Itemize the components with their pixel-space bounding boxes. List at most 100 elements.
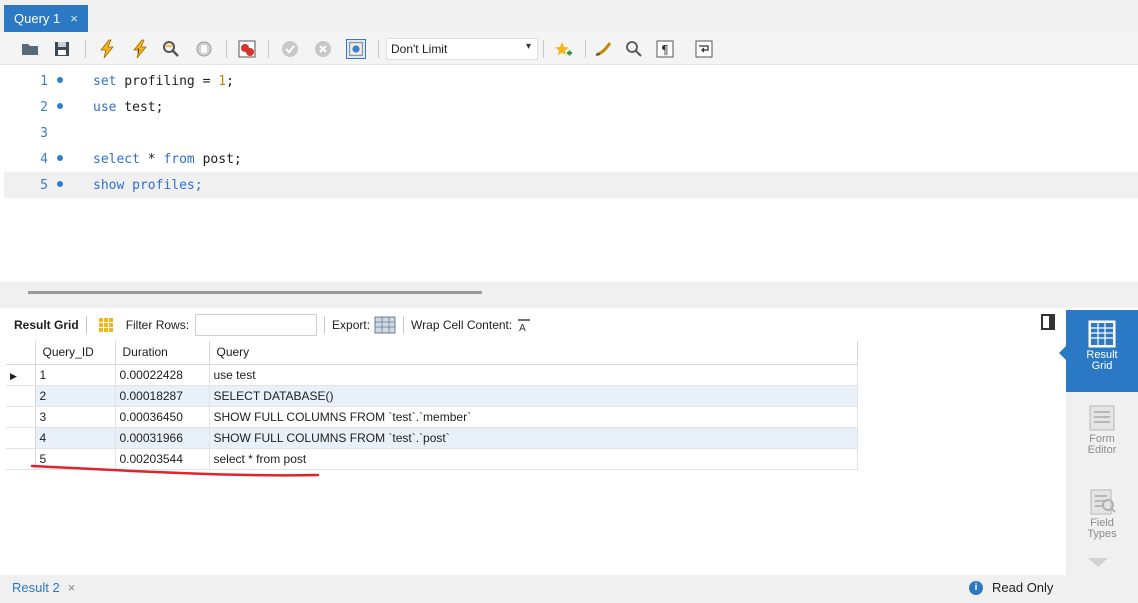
cell-query[interactable]: use test <box>209 364 858 386</box>
side-scroll-down-icon[interactable] <box>1088 558 1108 567</box>
editor-tab-strip: Query 1 × <box>0 0 1138 32</box>
result-grid-side-button[interactable]: Result Grid <box>1059 310 1138 392</box>
code-token: from <box>163 151 195 167</box>
statement-marker-icon <box>57 181 63 187</box>
field-types-side-label-2: Types <box>1087 528 1117 540</box>
chevron-down-icon: ▾ <box>525 41 531 52</box>
code-text: show profiles; <box>93 178 203 193</box>
column-header-query-id[interactable]: Query_ID <box>35 341 116 365</box>
execute-icon[interactable] <box>97 39 117 59</box>
result-grid: Query_ID Duration Query ▶ 1 0.00022428 u… <box>6 341 858 470</box>
field-types-side-button[interactable]: Field Types <box>1066 478 1138 560</box>
export-label: Export: <box>332 318 371 332</box>
table-row[interactable]: 4 0.00031966 SHOW FULL COLUMNS FROM `tes… <box>6 427 858 449</box>
code-token: use <box>93 99 117 115</box>
cell-duration[interactable]: 0.00031966 <box>115 427 210 449</box>
result-grid-icon <box>1088 320 1116 348</box>
row-marker <box>6 385 36 407</box>
info-icon: i <box>969 580 983 595</box>
code-token: show profiles; <box>93 177 203 193</box>
cell-query-id[interactable]: 3 <box>35 406 116 428</box>
statement-marker-icon <box>57 103 63 109</box>
filter-rows-input[interactable] <box>195 314 318 336</box>
cell-duration[interactable]: 0.00022428 <box>115 364 210 386</box>
grid-icon[interactable] <box>98 317 114 333</box>
line-number: 1 <box>40 73 48 89</box>
beautify-icon[interactable] <box>553 39 573 59</box>
close-icon[interactable]: × <box>68 580 76 595</box>
svg-text:¶: ¶ <box>661 43 669 57</box>
table-row[interactable]: 2 0.00018287 SELECT DATABASE() <box>6 385 858 407</box>
column-header-query[interactable]: Query <box>209 341 858 365</box>
editor-line[interactable]: 1 set profiling = 1; <box>4 68 1138 94</box>
result-side-panel: Result Grid Form Editor Field Types <box>1059 310 1138 603</box>
save-icon[interactable] <box>52 39 72 59</box>
cell-query[interactable]: SELECT DATABASE() <box>209 385 858 407</box>
invisible-chars-icon[interactable]: ¶ <box>655 39 675 59</box>
read-only-label: Read Only <box>992 580 1054 595</box>
folder-icon[interactable] <box>20 39 40 59</box>
rollback-icon[interactable] <box>313 39 333 59</box>
statement-marker-icon <box>57 77 63 83</box>
svg-text:I: I <box>137 47 139 56</box>
wrap-cell-label: Wrap Cell Content: <box>411 318 513 332</box>
code-token: 1 <box>218 73 227 89</box>
current-row-icon: ▶ <box>6 364 36 386</box>
code-text: use test; <box>93 100 163 115</box>
find-icon[interactable] <box>624 39 644 59</box>
toggle-error-icon[interactable] <box>237 39 257 59</box>
table-row[interactable]: 3 0.00036450 SHOW FULL COLUMNS FROM `tes… <box>6 406 858 428</box>
horizontal-scrollbar[interactable] <box>28 291 482 294</box>
code-token: profiling = <box>116 73 219 89</box>
result-toolbar: Result Grid Filter Rows: Export: Wrap Ce… <box>4 310 1064 340</box>
form-editor-side-button[interactable]: Form Editor <box>1066 394 1138 476</box>
cell-duration[interactable]: 0.00018287 <box>115 385 210 407</box>
cell-query[interactable]: SHOW FULL COLUMNS FROM `test`.`member` <box>209 406 858 428</box>
code-token: post; <box>194 151 242 167</box>
table-row[interactable]: ▶ 1 0.00022428 use test <box>6 364 858 386</box>
autocommit-icon[interactable] <box>346 39 366 59</box>
cell-query[interactable]: SHOW FULL COLUMNS FROM `test`.`post` <box>209 427 858 449</box>
limit-rows-select[interactable]: Don't Limit ▾ <box>386 38 538 60</box>
line-number: 3 <box>40 125 48 141</box>
editor-line[interactable]: 4 select * from post; <box>4 146 1138 172</box>
line-number: 4 <box>40 151 48 167</box>
limit-rows-value: Don't Limit <box>391 42 448 56</box>
bookmark-icon[interactable] <box>594 39 614 59</box>
sql-editor[interactable]: 1 set profiling = 1; 2 use test; 3 4 select * … <box>4 66 1138 281</box>
cell-duration[interactable]: 0.00036450 <box>115 406 210 428</box>
red-underline-annotation <box>30 464 320 477</box>
statement-marker-icon <box>57 155 63 161</box>
cell-query-id[interactable]: 2 <box>35 385 116 407</box>
commit-icon[interactable] <box>280 39 300 59</box>
tab-query-1-label: Query 1 <box>14 11 61 26</box>
wrap-cell-icon[interactable]: A <box>516 317 532 333</box>
cell-query-id[interactable]: 4 <box>35 427 116 449</box>
code-token: select <box>93 151 140 167</box>
wrap-icon[interactable] <box>694 39 714 59</box>
export-icon[interactable] <box>374 316 396 334</box>
editor-line[interactable]: 5 show profiles; <box>4 172 1138 198</box>
execute-current-icon[interactable]: I <box>130 39 150 59</box>
row-marker <box>6 427 36 449</box>
stop-icon[interactable] <box>194 39 214 59</box>
tab-result-2-label: Result 2 <box>12 580 60 595</box>
tab-result-2[interactable]: Result 2 × <box>12 580 75 595</box>
row-marker <box>6 406 36 428</box>
sql-toolbar: I Don't Limit ▾ ¶ <box>0 32 1138 65</box>
tab-query-1[interactable]: Query 1 × <box>4 5 88 32</box>
code-token: test; <box>116 99 164 115</box>
column-header-duration[interactable]: Duration <box>115 341 210 365</box>
toggle-side-panel-icon[interactable] <box>1041 314 1055 330</box>
field-types-icon <box>1090 489 1116 515</box>
editor-line[interactable]: 3 <box>4 120 1138 146</box>
tab-close-icon[interactable]: × <box>70 11 78 26</box>
explain-icon[interactable] <box>161 39 181 59</box>
form-editor-side-label-2: Editor <box>1087 444 1117 456</box>
result-grid-label[interactable]: Result Grid <box>14 318 79 332</box>
result-grid-side-label-2: Grid <box>1091 360 1113 372</box>
cell-query-id[interactable]: 1 <box>35 364 116 386</box>
grid-header-row: Query_ID Duration Query <box>6 341 858 365</box>
panel-splitter[interactable] <box>0 282 1138 308</box>
editor-line[interactable]: 2 use test; <box>4 94 1138 120</box>
